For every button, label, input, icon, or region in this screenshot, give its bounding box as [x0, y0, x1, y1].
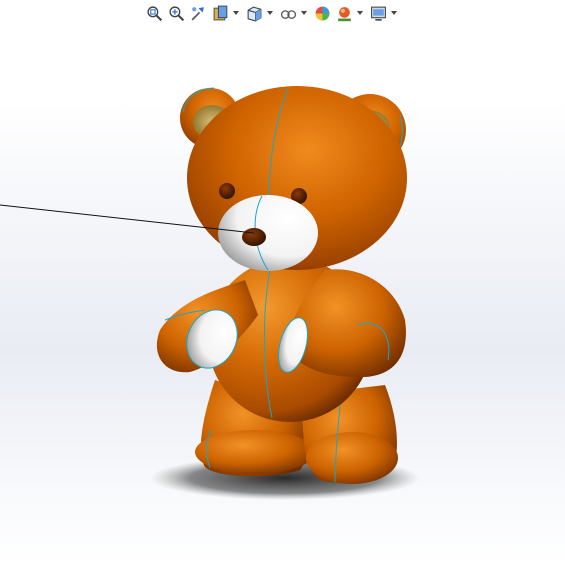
nose: [242, 228, 266, 246]
edit-appearance-icon[interactable]: [312, 3, 332, 23]
apply-scene-icon[interactable]: [334, 3, 354, 23]
left-eye: [219, 183, 235, 199]
view-settings-icon[interactable]: [368, 3, 388, 23]
heads-up-view-toolbar: [144, 2, 400, 24]
section-view-dropdown[interactable]: [232, 3, 239, 23]
view-orientation-icon[interactable]: [244, 3, 264, 23]
snout[interactable]: [218, 195, 318, 271]
zoom-to-fit-icon[interactable]: [144, 3, 164, 23]
teddy-bear-model[interactable]: [0, 0, 565, 565]
display-style-icon[interactable]: [278, 3, 298, 23]
graphics-area[interactable]: [0, 0, 565, 565]
previous-view-icon[interactable]: [188, 3, 208, 23]
zoom-to-area-icon[interactable]: [166, 3, 186, 23]
view-orientation-dropdown[interactable]: [266, 3, 273, 23]
display-style-dropdown[interactable]: [300, 3, 307, 23]
apply-scene-dropdown[interactable]: [356, 3, 363, 23]
section-view-icon[interactable]: [210, 3, 230, 23]
view-settings-dropdown[interactable]: [390, 3, 397, 23]
